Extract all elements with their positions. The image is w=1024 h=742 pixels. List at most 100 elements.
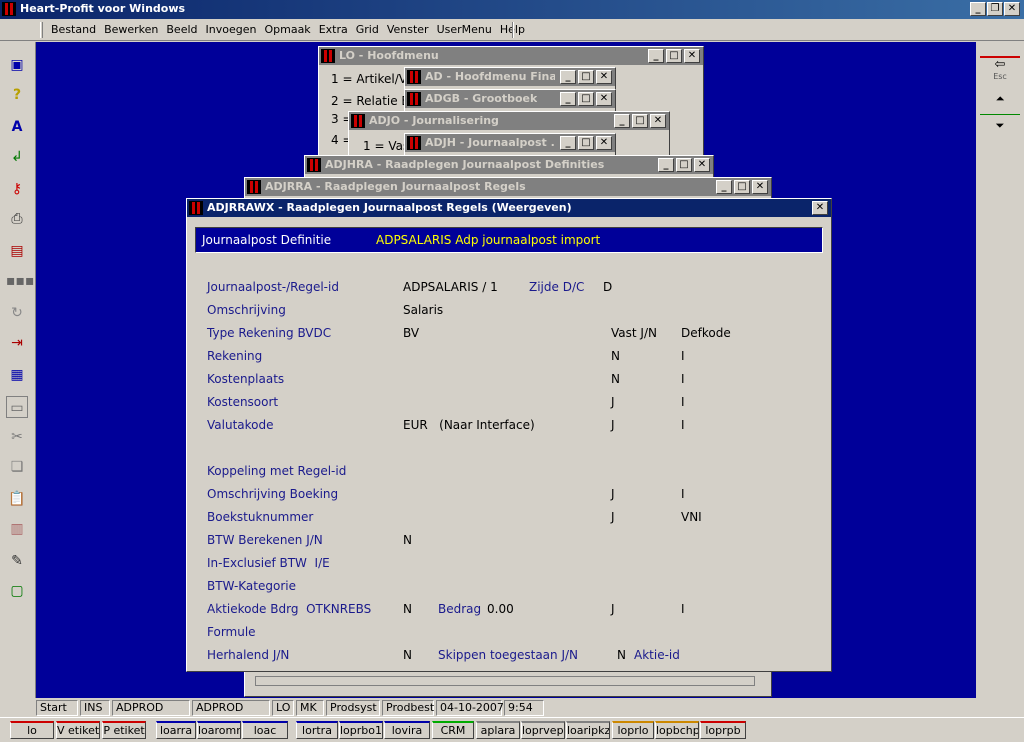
menu-usermenu[interactable]: UserMenu xyxy=(434,23,495,36)
adjo-item-1[interactable]: 1 = Vas xyxy=(363,139,409,153)
boekstuk-def: VNI xyxy=(681,510,702,524)
task-crm[interactable]: CRM xyxy=(432,721,474,739)
form-icon[interactable]: ▤ xyxy=(6,240,28,262)
window-adjh-title[interactable]: ADJH - Journaalpost ... _ □ ✕ xyxy=(405,134,615,152)
window-adjrrawx[interactable]: ADJRRAWX - Raadplegen Journaalpost Regel… xyxy=(186,198,832,672)
vast-header: Vast J/N xyxy=(611,326,657,340)
window-ad-title[interactable]: AD - Hoofdmenu Fina... _ □ ✕ xyxy=(405,68,615,86)
task-loaripkz[interactable]: loaripkz xyxy=(566,721,610,739)
cut-icon[interactable]: ✂ xyxy=(6,426,28,448)
adjhra-logo-icon xyxy=(307,158,321,172)
omschr-boeking-vast: J xyxy=(611,487,615,501)
minimize-icon[interactable]: _ xyxy=(970,2,986,16)
rekening-label: Rekening xyxy=(207,349,263,363)
window-adjhra-title[interactable]: ADJHRA - Raadplegen Journaalpost Definit… xyxy=(305,156,713,174)
menu-invoegen[interactable]: Invoegen xyxy=(203,23,260,36)
adjh-minimize-icon[interactable]: _ xyxy=(560,136,576,150)
menu-beeld[interactable]: Beeld xyxy=(163,23,200,36)
window-adjrrawx-title[interactable]: ADJRRAWX - Raadplegen Journaalpost Regel… xyxy=(187,199,831,217)
adjo-title-text: ADJO - Journalisering xyxy=(369,114,499,127)
return-icon[interactable]: ↲ xyxy=(6,146,28,168)
export-icon[interactable]: ⇥ xyxy=(6,332,28,354)
help-icon[interactable]: ? xyxy=(6,84,28,106)
omschr-boeking-label: Omschrijving Boeking xyxy=(207,487,339,501)
menu-venster[interactable]: Venster xyxy=(384,23,432,36)
print-icon[interactable]: ⎙ xyxy=(6,208,28,230)
task-loac[interactable]: loac xyxy=(242,721,288,739)
lo-close-icon[interactable]: ✕ xyxy=(684,49,700,63)
edit-icon[interactable]: ✎ xyxy=(6,550,28,572)
adjo-maximize-icon[interactable]: □ xyxy=(632,114,648,128)
adjrrawx-close-icon[interactable]: ✕ xyxy=(812,201,828,215)
adjhra-minimize-icon[interactable]: _ xyxy=(658,158,674,172)
task-loprvepr[interactable]: loprvepr xyxy=(521,721,565,739)
dots-icon[interactable]: ▪▪▪ xyxy=(6,270,34,292)
menu-bewerken[interactable]: Bewerken xyxy=(101,23,161,36)
scroll-up-button[interactable]: ⏶ xyxy=(980,88,1020,110)
task-loprpb[interactable]: loprpb xyxy=(700,721,746,739)
task-lo[interactable]: lo xyxy=(10,721,54,739)
window-adjrra-title[interactable]: ADJRRA - Raadplegen Journaalpost Regels … xyxy=(245,178,771,196)
rekening-def: I xyxy=(681,349,685,363)
font-icon[interactable]: A xyxy=(6,116,28,138)
task-p-etiket[interactable]: P etiket xyxy=(102,721,146,739)
chart-icon[interactable]: ▦ xyxy=(6,364,28,386)
refresh-icon[interactable]: ↻ xyxy=(6,302,28,324)
menu-opmaak[interactable]: Opmaak xyxy=(261,23,313,36)
window-icon[interactable]: ▣ xyxy=(6,54,28,76)
copy-icon[interactable]: ❏ xyxy=(6,456,28,478)
menu-grid[interactable]: Grid xyxy=(353,23,382,36)
lo-maximize-icon[interactable]: □ xyxy=(666,49,682,63)
menu-bestand[interactable]: Bestand xyxy=(48,23,99,36)
task-aplara[interactable]: aplara xyxy=(476,721,520,739)
task-loprlo[interactable]: loprlo xyxy=(612,721,654,739)
monitor-icon[interactable]: ▢ xyxy=(6,580,28,602)
restore-icon[interactable]: ❐ xyxy=(987,2,1003,16)
window-lo-title[interactable]: LO - Hoofdmenu _ □ ✕ xyxy=(319,47,703,65)
task-lortra[interactable]: lortra xyxy=(296,721,338,739)
window-adgb-title[interactable]: ADGB - Grootboek _ □ ✕ xyxy=(405,90,615,108)
adgb-close-icon[interactable]: ✕ xyxy=(596,92,612,106)
scroll-down-button[interactable]: ⏷ xyxy=(980,114,1020,136)
kostenplaats-label: Kostenplaats xyxy=(207,372,285,386)
task-loprbo1[interactable]: loprbo1 xyxy=(339,721,383,739)
ad-maximize-icon[interactable]: □ xyxy=(578,70,594,84)
adjrra-close-icon[interactable]: ✕ xyxy=(752,180,768,194)
key-icon[interactable]: ⚷ xyxy=(6,178,28,200)
task-loaromra[interactable]: loaromra xyxy=(197,721,241,739)
adjhra-close-icon[interactable]: ✕ xyxy=(694,158,710,172)
btw-kategorie-label: BTW-Kategorie xyxy=(207,579,296,593)
adjhra-maximize-icon[interactable]: □ xyxy=(676,158,692,172)
adjrra-maximize-icon[interactable]: □ xyxy=(734,180,750,194)
ad-minimize-icon[interactable]: _ xyxy=(560,70,576,84)
escape-label: Esc xyxy=(993,72,1007,81)
adjrra-minimize-icon[interactable]: _ xyxy=(716,180,732,194)
close-icon[interactable]: ✕ xyxy=(1004,2,1020,16)
task-loarra[interactable]: loarra xyxy=(156,721,196,739)
escape-button[interactable]: ⇦ Esc xyxy=(980,56,1020,86)
ad-close-icon[interactable]: ✕ xyxy=(596,70,612,84)
adjh-close-icon[interactable]: ✕ xyxy=(596,136,612,150)
adjo-close-icon[interactable]: ✕ xyxy=(650,114,666,128)
frame-icon[interactable]: ▭ xyxy=(6,396,28,418)
aktiekode-vast: J xyxy=(611,602,615,616)
status-ins: INS xyxy=(80,700,110,716)
task-v-etiket[interactable]: V etiket xyxy=(56,721,100,739)
valutakode-def: I xyxy=(681,418,685,432)
adjrra-scrollbar[interactable] xyxy=(255,676,755,686)
menu-extra[interactable]: Extra xyxy=(316,23,351,36)
lo-minimize-icon[interactable]: _ xyxy=(648,49,664,63)
adgb-maximize-icon[interactable]: □ xyxy=(578,92,594,106)
adjh-maximize-icon[interactable]: □ xyxy=(578,136,594,150)
adjh-title-text: ADJH - Journaalpost ... xyxy=(425,136,555,149)
adjo-minimize-icon[interactable]: _ xyxy=(614,114,630,128)
definitie-header: Journaalpost Definitie ADPSALARIS Adp jo… xyxy=(195,227,823,253)
task-lopbchpr[interactable]: lopbchpr xyxy=(655,721,699,739)
adgb-minimize-icon[interactable]: _ xyxy=(560,92,576,106)
paste-special-icon[interactable]: ▥ xyxy=(6,518,28,540)
status-start[interactable]: Start xyxy=(36,700,78,716)
paste-icon[interactable]: 📋 xyxy=(6,488,28,510)
window-adjo-title[interactable]: ADJO - Journalisering _ □ ✕ xyxy=(349,112,669,130)
omschrijving-value: Salaris xyxy=(403,303,444,317)
task-lovira[interactable]: lovira xyxy=(384,721,430,739)
